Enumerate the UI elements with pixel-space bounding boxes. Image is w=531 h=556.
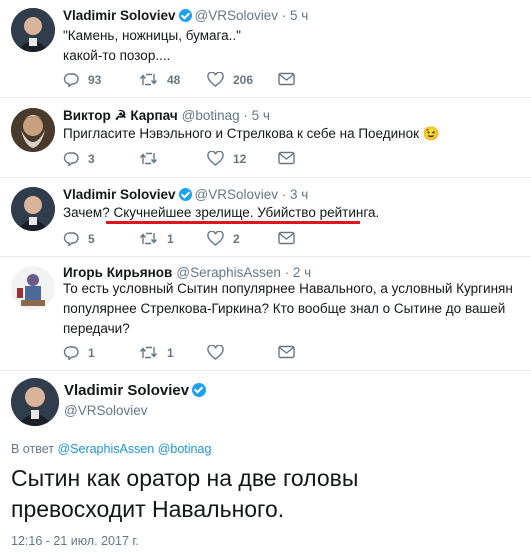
retweet-icon <box>139 232 158 245</box>
avatar[interactable] <box>11 8 55 52</box>
tweet-time[interactable]: 5 ч <box>252 108 270 123</box>
retweet-button[interactable]: 48 <box>139 72 180 87</box>
reply-count: 5 <box>88 231 95 246</box>
divider <box>0 177 531 178</box>
like-count: 206 <box>233 72 254 87</box>
heart-icon <box>207 72 224 87</box>
divider <box>0 97 531 98</box>
main-tweet-text-line: превосходит Навального. <box>11 496 285 522</box>
author-handle[interactable]: @botinag <box>182 108 240 123</box>
retweet-count: 1 <box>167 345 174 360</box>
retweet-icon <box>139 73 158 86</box>
like-button[interactable] <box>207 345 233 360</box>
tweet-header: Виктор ☭ Карпач @botinag · 5 ч <box>63 108 270 124</box>
avatar[interactable] <box>11 187 55 231</box>
reply-to-line: В ответ @SeraphisAssen @botinag <box>11 442 211 456</box>
main-author-name[interactable]: Vladimir Soloviev <box>64 382 189 399</box>
author-handle[interactable]: @VRSoloviev <box>195 187 279 202</box>
retweet-button[interactable] <box>139 151 167 166</box>
tweet-time[interactable]: 5 ч <box>290 8 308 23</box>
main-tweet-text-line: Сытин как оратор на две головы <box>11 465 359 491</box>
retweet-button[interactable]: 1 <box>139 231 174 246</box>
author-name[interactable]: Виктор ☭ Карпач <box>63 108 178 123</box>
reply-button[interactable]: 93 <box>63 72 101 87</box>
tweet-text-line: передачи? <box>63 321 130 336</box>
author-handle[interactable]: @SeraphisAssen <box>176 265 281 280</box>
like-count: 2 <box>233 231 240 246</box>
tweet-text: "Камень, ножницы, бумага.." какой-то поз… <box>63 26 513 66</box>
envelope-icon <box>278 345 295 359</box>
tweet-text-line: Зачем? Скучнейшее зрелище. Убийство рейт… <box>63 205 380 220</box>
main-avatar[interactable] <box>11 378 59 426</box>
tweet-text-line: Пригласите Нэвэльного и Стрелкова к себе… <box>63 126 440 141</box>
dm-button[interactable] <box>278 151 295 165</box>
heart-icon <box>207 231 224 246</box>
reply-button[interactable]: 3 <box>63 151 95 166</box>
separator: · <box>239 108 252 123</box>
like-button[interactable]: 12 <box>207 151 246 166</box>
envelope-icon <box>278 151 295 165</box>
reply-icon <box>63 232 79 246</box>
author-handle[interactable]: @VRSoloviev <box>195 8 279 23</box>
like-count: 12 <box>233 151 247 166</box>
envelope-icon <box>278 72 295 86</box>
retweet-button[interactable]: 1 <box>139 345 174 360</box>
tweet-text-line: "Камень, ножницы, бумага.." <box>63 28 241 43</box>
avatar[interactable] <box>11 266 55 310</box>
retweet-count: 1 <box>167 231 174 246</box>
dm-button[interactable] <box>278 72 295 86</box>
envelope-icon <box>278 231 295 245</box>
tweet-header: Vladimir Soloviev @VRSoloviev · 3 ч <box>63 187 308 202</box>
reply-count: 3 <box>88 151 95 166</box>
tweet-text-line: То есть условный Сытин популярнее Наваль… <box>63 281 513 296</box>
reply-icon <box>63 152 79 166</box>
reply-button[interactable]: 5 <box>63 231 95 246</box>
tweet-time[interactable]: 2 ч <box>293 265 311 280</box>
reply-to-link[interactable]: @botinag <box>158 442 212 456</box>
reply-icon <box>63 73 79 87</box>
author-name[interactable]: Vladimir Soloviev <box>63 8 176 23</box>
highlight-underline <box>106 221 360 224</box>
tweet-header: Vladimir Soloviev @VRSoloviev · 5 ч <box>63 8 308 23</box>
separator: · <box>278 8 291 23</box>
dm-button[interactable] <box>278 231 295 245</box>
tweet-text-line: какой-то позор.... <box>63 48 171 63</box>
main-tweet-timestamp[interactable]: 12:16 - 21 июл. 2017 г. <box>11 534 139 548</box>
divider <box>0 256 531 257</box>
author-name[interactable]: Vladimir Soloviev <box>63 187 176 202</box>
retweet-icon <box>139 152 158 165</box>
author-name[interactable]: Игорь Кирьянов <box>63 265 172 280</box>
main-tweet-text: Сытин как оратор на две головы превосход… <box>11 463 521 525</box>
reply-count: 1 <box>88 345 95 360</box>
reply-count: 93 <box>88 72 102 87</box>
reply-button[interactable]: 1 <box>63 345 95 360</box>
like-button[interactable]: 2 <box>207 231 240 246</box>
tweet-text: Пригласите Нэвэльного и Стрелкова к себе… <box>63 124 513 144</box>
verified-badge-icon <box>178 188 192 201</box>
retweet-icon <box>139 346 158 359</box>
heart-icon <box>207 345 224 360</box>
retweet-count: 48 <box>167 72 181 87</box>
tweet-time[interactable]: 3 ч <box>290 187 308 202</box>
verified-badge-icon <box>178 9 192 22</box>
avatar[interactable] <box>11 108 55 152</box>
separator: · <box>280 265 293 280</box>
reply-prefix: В ответ <box>11 442 54 456</box>
tweet-text: То есть условный Сытин популярнее Наваль… <box>63 279 513 339</box>
tweet-text-line: популярнее Стрелкова-Гиркина? Кто вообще… <box>63 301 506 316</box>
heart-icon <box>207 151 224 166</box>
separator: · <box>278 187 291 202</box>
main-author-handle[interactable]: @VRSoloviev <box>64 403 148 418</box>
main-author: Vladimir Soloviev <box>64 382 209 399</box>
reply-icon <box>63 346 79 360</box>
dm-button[interactable] <box>278 345 295 359</box>
verified-badge-icon <box>192 383 207 397</box>
tweet-text: Зачем? Скучнейшее зрелище. Убийство рейт… <box>63 203 513 223</box>
tweet-header: Игорь Кирьянов @SeraphisAssen · 2 ч <box>63 265 311 280</box>
divider <box>0 370 531 371</box>
like-button[interactable]: 206 <box>207 72 253 87</box>
reply-to-link[interactable]: @SeraphisAssen <box>57 442 154 456</box>
